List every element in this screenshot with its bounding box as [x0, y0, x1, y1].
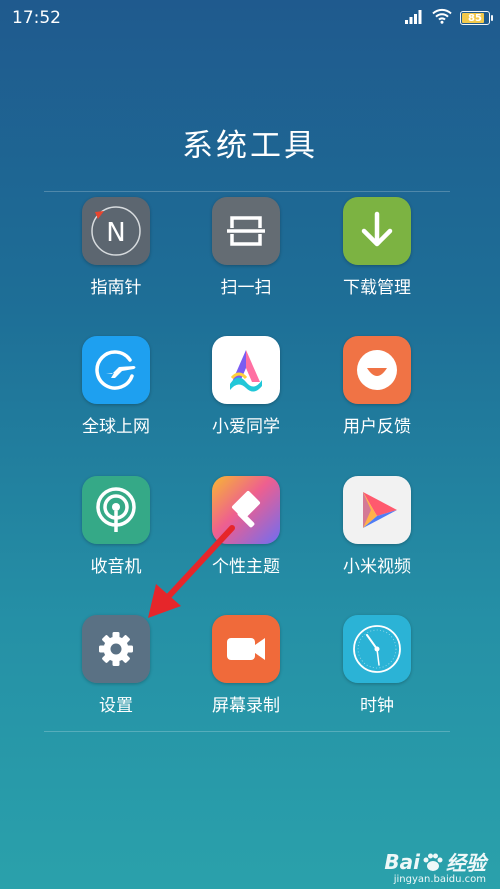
clock-icon — [343, 615, 411, 683]
app-label: 时钟 — [360, 696, 394, 716]
gear-icon — [82, 615, 150, 683]
scanner-icon — [212, 197, 280, 265]
app-label: 下载管理 — [343, 278, 411, 298]
watermark-brand: Bai 经验 — [384, 849, 486, 876]
smile-icon — [343, 336, 411, 404]
app-compass[interactable]: N 指南针 — [51, 197, 181, 317]
app-settings[interactable]: 设置 — [51, 615, 181, 735]
baidu-watermark: Bai 经验 jingyan.baidu.com — [384, 847, 486, 886]
status-bar: 17:52 85 — [0, 0, 500, 36]
wifi-icon — [432, 8, 452, 28]
app-download-manager[interactable]: 下载管理 — [312, 197, 442, 317]
app-label: 小爱同学 — [212, 417, 280, 437]
app-screen-recorder[interactable]: 屏幕录制 — [181, 615, 311, 735]
app-label: 收音机 — [90, 557, 142, 577]
battery-level: 85 — [468, 12, 482, 24]
app-mi-video[interactable]: 小米视频 — [312, 476, 442, 596]
paw-icon — [423, 853, 443, 871]
cellular-signal-icon — [404, 9, 424, 28]
folder-title: 系统工具 — [182, 128, 318, 164]
theme-brush-icon — [212, 476, 280, 544]
app-scanner[interactable]: 扫一扫 — [181, 197, 311, 317]
bottom-divider — [44, 731, 450, 732]
app-label: 个性主题 — [212, 557, 280, 577]
app-label: 全球上网 — [82, 417, 150, 437]
top-divider — [44, 191, 450, 192]
app-label: 用户反馈 — [343, 417, 411, 437]
app-label: 屏幕录制 — [212, 696, 280, 716]
app-label: 小米视频 — [343, 557, 411, 577]
radio-icon — [82, 476, 150, 544]
app-label: 扫一扫 — [220, 278, 272, 298]
app-clock[interactable]: 时钟 — [312, 615, 442, 735]
xiaoai-icon — [212, 336, 280, 404]
app-xiaoai[interactable]: 小爱同学 — [181, 336, 311, 456]
svg-text:N: N — [106, 218, 125, 248]
status-icons: 85 — [404, 8, 493, 28]
battery-icon: 85 — [460, 11, 493, 25]
app-themes[interactable]: 个性主题 — [181, 476, 311, 596]
app-label: 设置 — [99, 696, 133, 716]
download-icon — [343, 197, 411, 265]
app-user-feedback[interactable]: 用户反馈 — [312, 336, 442, 456]
compass-icon: N — [82, 197, 150, 265]
app-label: 指南针 — [90, 278, 142, 298]
watermark-url: jingyan.baidu.com — [393, 874, 486, 885]
status-time: 17:52 — [12, 8, 61, 28]
app-radio[interactable]: 收音机 — [51, 476, 181, 596]
video-camera-icon — [212, 615, 280, 683]
app-global-internet[interactable]: 全球上网 — [51, 336, 181, 456]
globe-plane-icon — [82, 336, 150, 404]
video-play-icon — [343, 476, 411, 544]
